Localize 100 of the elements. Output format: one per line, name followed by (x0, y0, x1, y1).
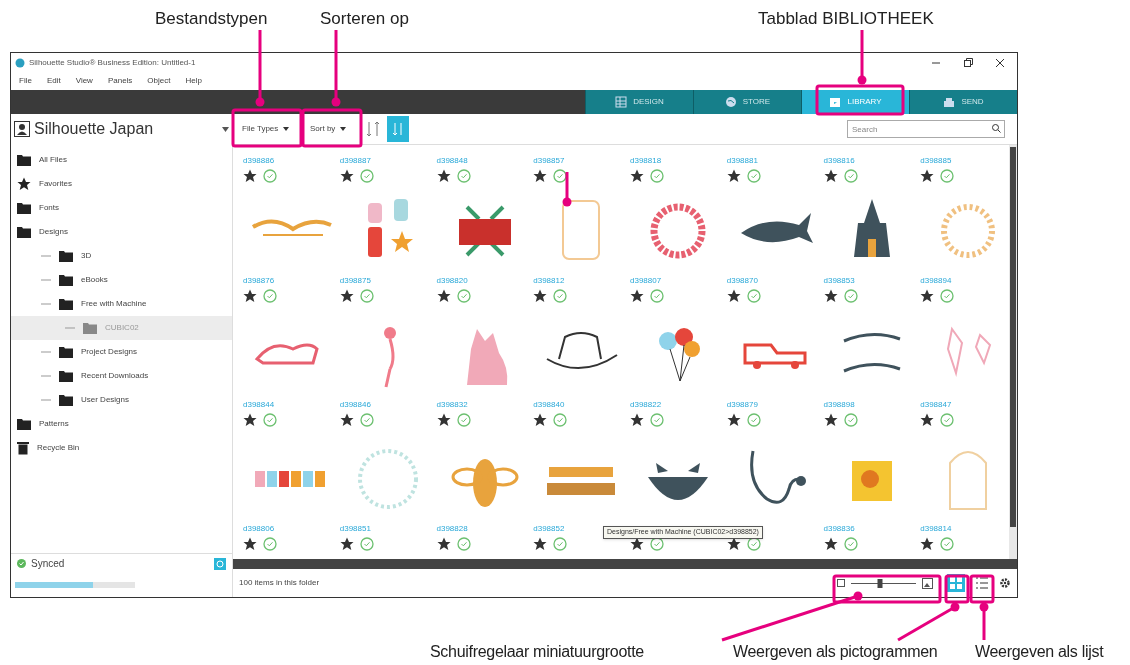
star-icon[interactable] (726, 289, 741, 303)
design-id[interactable]: d398870 (726, 275, 816, 287)
design-id[interactable]: d398818 (630, 155, 719, 167)
star-icon[interactable] (243, 289, 257, 303)
design-id[interactable]: d398836 (823, 523, 913, 535)
design-id[interactable]: d398807 (630, 275, 719, 287)
sidebar-item[interactable]: Patterns (11, 412, 232, 436)
menu-item[interactable]: Help (185, 75, 202, 87)
account-selector[interactable]: Silhouette Japan (11, 114, 232, 144)
menu-item[interactable]: Object (147, 75, 171, 87)
design-id[interactable]: d398812 (533, 275, 622, 287)
horizontal-scrollbar[interactable] (233, 559, 1017, 569)
sidebar-item[interactable]: Free with Machine (11, 292, 232, 316)
design-id[interactable]: d398876 (243, 275, 332, 287)
design-id[interactable]: d398898 (823, 399, 913, 411)
star-icon[interactable] (823, 289, 838, 303)
design-id[interactable]: d398894 (920, 275, 1009, 287)
dropdown[interactable]: Sort by (307, 119, 359, 139)
sidebar-item[interactable]: 3D (11, 244, 232, 268)
star-icon[interactable] (533, 413, 548, 427)
settings-icon[interactable] (999, 577, 1011, 589)
star-icon[interactable] (436, 413, 451, 427)
star-icon[interactable] (630, 537, 644, 551)
star-icon[interactable] (726, 413, 741, 427)
design-id[interactable]: d398886 (243, 155, 332, 167)
star-icon[interactable] (533, 537, 548, 551)
sidebar-item[interactable]: Designs (11, 220, 232, 244)
star-icon[interactable] (823, 169, 838, 183)
star-icon[interactable] (436, 289, 451, 303)
tree-connector (41, 279, 51, 281)
star-icon[interactable] (339, 537, 354, 551)
tab[interactable]: DESIGN (585, 90, 693, 114)
star-icon[interactable] (243, 537, 257, 551)
design-id[interactable]: d398846 (339, 399, 429, 411)
design-id[interactable]: d398851 (339, 523, 429, 535)
sort-ascending-icon[interactable] (365, 119, 381, 139)
star-icon[interactable] (339, 289, 354, 303)
star-icon[interactable] (726, 537, 741, 551)
star-icon[interactable] (920, 289, 935, 303)
star-icon[interactable] (436, 169, 451, 183)
sidebar-item[interactable]: Recycle Bin (11, 436, 232, 460)
sidebar-item[interactable]: Recent Downloads (11, 364, 232, 388)
design-id[interactable]: d398887 (339, 155, 429, 167)
menu-item[interactable]: Edit (46, 75, 61, 87)
design-id[interactable]: d398881 (726, 155, 816, 167)
vertical-scrollbar[interactable] (1009, 145, 1017, 559)
sidebar-item[interactable]: Favorites (11, 172, 232, 196)
star-icon[interactable] (630, 169, 644, 183)
design-id[interactable]: d398847 (920, 399, 1009, 411)
tab[interactable]: STORE (693, 90, 801, 114)
sync-check-icon (746, 169, 761, 183)
star-icon[interactable] (339, 169, 354, 183)
scroll-thumb[interactable] (1010, 147, 1016, 527)
design-id[interactable]: d398885 (920, 155, 1009, 167)
dropdown[interactable]: File Types (239, 119, 301, 139)
tab[interactable]: SEND (909, 90, 1017, 114)
sidebar-item[interactable]: eBooks (11, 268, 232, 292)
menu-item[interactable]: View (75, 75, 93, 87)
sidebar-item[interactable]: All Files (11, 148, 232, 172)
restore-icon[interactable] (963, 57, 973, 68)
sync-check-icon (359, 413, 374, 427)
star-icon[interactable] (920, 413, 935, 427)
star-icon[interactable] (243, 169, 257, 183)
highlight-frame (301, 108, 363, 148)
design-id[interactable]: d398822 (630, 399, 719, 411)
design-id[interactable]: d398844 (243, 399, 332, 411)
star-icon[interactable] (823, 537, 838, 551)
star-icon[interactable] (630, 289, 644, 303)
design-id[interactable]: d398828 (436, 523, 526, 535)
design-id[interactable]: d398816 (823, 155, 913, 167)
tab[interactable]: LIBRARY (801, 90, 909, 114)
search-field[interactable]: Search (847, 120, 1005, 138)
star-icon[interactable] (339, 413, 354, 427)
close-icon[interactable] (995, 57, 1005, 68)
star-icon[interactable] (630, 413, 644, 427)
design-id[interactable]: d398840 (533, 399, 622, 411)
design-id[interactable]: d398806 (243, 523, 332, 535)
design-id[interactable]: d398848 (436, 155, 526, 167)
star-icon[interactable] (243, 413, 257, 427)
sidebar-item[interactable]: CUBIC02 (11, 316, 232, 340)
star-icon[interactable] (726, 169, 741, 183)
sidebar-item[interactable]: Fonts (11, 196, 232, 220)
design-id[interactable]: d398820 (436, 275, 526, 287)
star-icon[interactable] (920, 169, 935, 183)
star-icon[interactable] (920, 537, 935, 551)
star-icon[interactable] (533, 169, 548, 183)
sidebar-item[interactable]: Project Designs (11, 340, 232, 364)
sidebar-item[interactable]: User Designs (11, 388, 232, 412)
star-icon[interactable] (533, 289, 548, 303)
slider-thumb[interactable] (877, 578, 883, 588)
design-id[interactable]: d398853 (823, 275, 913, 287)
design-id[interactable]: d398879 (726, 399, 816, 411)
star-icon[interactable] (436, 537, 451, 551)
star-icon[interactable] (823, 413, 838, 427)
design-id[interactable]: d398857 (533, 155, 622, 167)
design-id[interactable]: d398832 (436, 399, 526, 411)
design-id[interactable]: d398814 (920, 523, 1009, 535)
menu-item[interactable]: File (19, 75, 32, 87)
menu-item[interactable]: Panels (107, 75, 133, 87)
design-id[interactable]: d398875 (339, 275, 429, 287)
